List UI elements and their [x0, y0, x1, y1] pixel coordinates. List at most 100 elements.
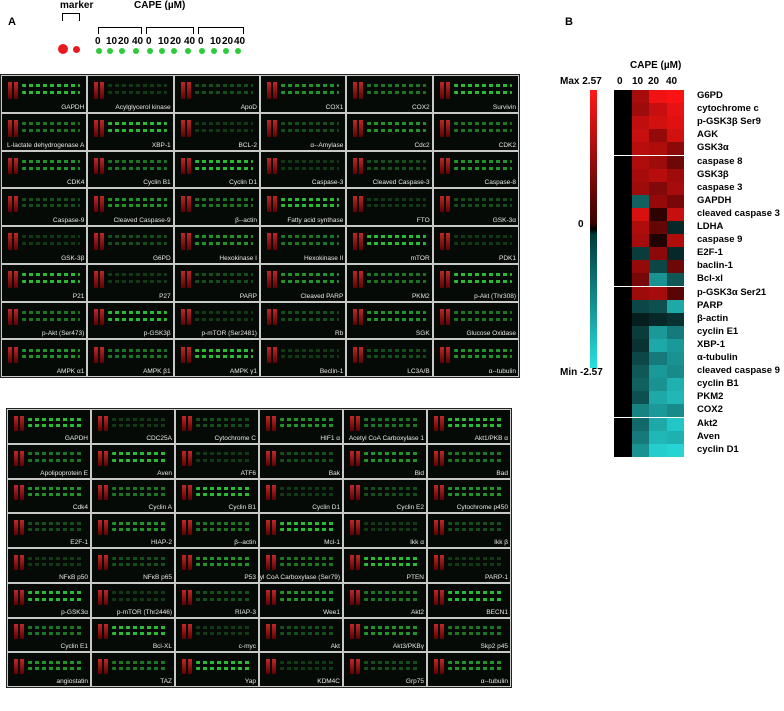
marker-lane [272, 659, 276, 675]
cape-bracket-2 [146, 27, 194, 34]
spot-band [28, 458, 84, 462]
spot-band [364, 626, 420, 630]
spot-band [364, 632, 420, 636]
blot-cell: Cdc2 [346, 112, 433, 151]
blot-cell: c-myc [175, 617, 259, 653]
heatmap-cell [666, 168, 684, 182]
marker-lane [359, 271, 364, 288]
heatmap-cell [666, 443, 684, 457]
antibody-label: P21 [72, 292, 85, 300]
heatmap-cell [666, 365, 684, 379]
spot-band [448, 667, 504, 671]
marker-lane [100, 233, 105, 250]
heatmap-row [614, 273, 684, 287]
marker-dot-large [58, 44, 68, 54]
antibody-label: Akt3/PKBγ [392, 643, 424, 651]
heatmap-row [614, 391, 684, 405]
spot-band [196, 591, 252, 595]
heatmap-cell [631, 90, 649, 104]
heatmap-row [614, 430, 684, 444]
heatmap-cell [649, 338, 667, 352]
marker-label: marker [60, 0, 94, 11]
heatmap-row [614, 116, 684, 130]
sample-dot [119, 48, 125, 54]
antibody-label: P27 [159, 292, 171, 300]
blot-cell: Cyclin B1 [87, 150, 174, 189]
antibody-label: Cyclin D1 [312, 504, 340, 512]
heatmap-cell [649, 325, 667, 339]
marker-lane [104, 659, 108, 675]
heatmap-row [614, 142, 684, 156]
blot-cell: P27 [87, 263, 174, 302]
antibody-label: β--actin [235, 217, 257, 224]
spot-band [196, 632, 252, 636]
antibody-label: Hexokinase II [303, 254, 344, 262]
spot-band [22, 279, 81, 283]
blot-cell: PDK1 [432, 226, 519, 264]
blot-cell: RIAP-3 [175, 582, 259, 618]
spot-band [22, 166, 81, 170]
marker-lane [359, 233, 364, 250]
spot-band [448, 597, 504, 601]
marker-lane [14, 271, 18, 288]
heatmap-cell [631, 103, 649, 117]
marker-lane [94, 82, 99, 99]
marker-lane [100, 82, 105, 99]
spot-band [194, 91, 253, 95]
marker-lane [104, 520, 108, 536]
marker-lane [434, 415, 438, 431]
heatmap-cell [649, 430, 667, 444]
heatmap-cell [614, 194, 632, 208]
blot-cell: COX2 [346, 75, 433, 113]
heatmap-cell [649, 181, 667, 195]
heatmap-cell [614, 299, 632, 313]
heatmap-cell [614, 365, 632, 379]
blot-cell: Yap [175, 652, 259, 687]
antibody-label: Caspase-8 [484, 179, 516, 187]
marker-lane [440, 659, 444, 675]
marker-lane [180, 308, 185, 326]
concentration-label: 20 [222, 36, 234, 47]
heatmap-column-label: 10 [632, 76, 644, 87]
spot-band [194, 348, 253, 352]
blot-cell: p-Acetyl CoA Carboxylase (Ser79) [259, 548, 343, 583]
spot-band [22, 355, 81, 359]
spot-band [453, 235, 512, 239]
sample-dot [223, 48, 229, 54]
marker-lane [267, 157, 271, 175]
antibody-label: p-Acetyl CoA Carboxylase (Ser79) [259, 573, 340, 581]
marker-lane [94, 271, 99, 288]
spot-band [281, 235, 340, 239]
antibody-label: mTOR [410, 254, 430, 262]
antibody-label: GAPDH [64, 434, 88, 442]
marker-lane [273, 308, 277, 326]
blot-cell: PARP-1 [427, 548, 511, 583]
spot-band [196, 626, 252, 630]
blot-cell: ATF6 [175, 443, 259, 479]
marker-lane [445, 195, 450, 213]
antibody-label: Akt2 [410, 608, 424, 616]
antibody-label: Glucose Oxidase [466, 330, 516, 338]
spot-band [364, 660, 420, 664]
heatmap-cell [614, 221, 632, 235]
spot-band [194, 235, 253, 239]
spot-band [280, 521, 336, 525]
marker-lane [353, 346, 358, 364]
marker-lane [14, 450, 18, 466]
spot-band [281, 128, 340, 132]
blot-cell: p-mTOR (Thr2446) [91, 582, 175, 618]
antibody-label: COX1 [325, 103, 344, 111]
spot-band [280, 626, 336, 630]
spot-band [364, 562, 420, 566]
blot-cell: Grp75 [343, 652, 427, 687]
marker-lane [94, 346, 99, 364]
sample-dot [107, 48, 113, 54]
heatmap-cell [614, 155, 632, 169]
heatmap-cell [666, 155, 684, 169]
antibody-label: β--actin [234, 539, 256, 546]
spot-band [196, 667, 252, 671]
marker-lane [20, 415, 24, 431]
marker-lane [186, 271, 191, 288]
antibody-label: angiostatin [56, 678, 88, 685]
marker-lane [356, 554, 360, 570]
